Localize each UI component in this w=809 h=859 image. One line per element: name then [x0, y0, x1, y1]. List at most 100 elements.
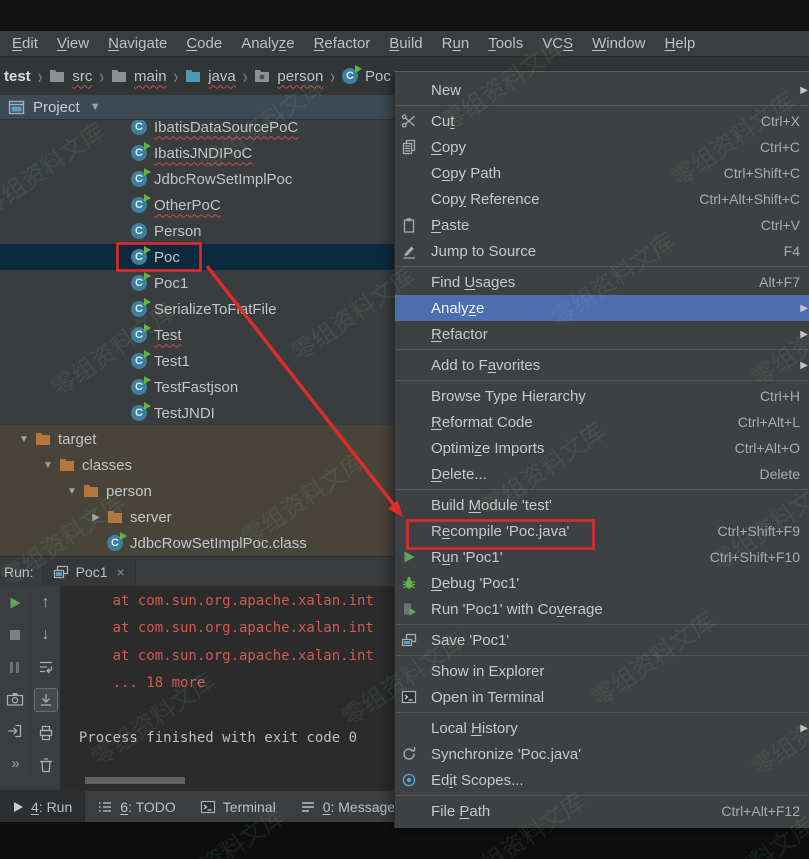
- menu-item-synchronize-poc-java[interactable]: Synchronize 'Poc.java': [395, 741, 809, 767]
- chevron-down-icon[interactable]: ▼: [90, 101, 101, 113]
- print-icon[interactable]: [35, 722, 57, 744]
- tree-item-label: IbatisDataSourcePoC: [154, 119, 298, 136]
- menu-item-label: Refactor: [431, 326, 488, 343]
- class-icon: C: [131, 171, 147, 187]
- menu-item-add-to-favorites[interactable]: Add to Favorites▶: [395, 352, 809, 378]
- tree-item-classes[interactable]: ▼classes: [0, 452, 438, 478]
- menu-separator: [396, 380, 808, 381]
- menu-item-label: Delete...: [431, 466, 487, 483]
- menubar-item-help[interactable]: Help: [664, 35, 695, 52]
- menu-item-browse-type-hierarchy[interactable]: Browse Type HierarchyCtrl+H: [395, 383, 809, 409]
- horizontal-scrollbar[interactable]: [85, 777, 185, 784]
- menubar-item-analyze[interactable]: Analyze: [241, 35, 294, 52]
- console-output[interactable]: at com.sun.org.apache.xalan.int at com.s…: [62, 588, 398, 784]
- menu-item-reformat-code[interactable]: Reformat CodeCtrl+Alt+L: [395, 409, 809, 435]
- menubar-item-vcs[interactable]: VCS: [542, 35, 573, 52]
- menubar-item-code[interactable]: Code: [186, 35, 222, 52]
- menu-item-shortcut: Alt+F7: [759, 274, 800, 290]
- menu-item-paste[interactable]: PasteCtrl+V: [395, 212, 809, 238]
- menu-item-delete[interactable]: Delete...Delete: [395, 461, 809, 487]
- menu-item-run-poc1[interactable]: Run 'Poc1'Ctrl+Shift+F10: [395, 544, 809, 570]
- class-icon: C: [131, 145, 147, 161]
- menu-item-copy-path[interactable]: Copy PathCtrl+Shift+C: [395, 160, 809, 186]
- stop-icon[interactable]: [4, 624, 26, 646]
- breadcrumb-item-src[interactable]: src: [47, 68, 94, 85]
- menubar-item-view[interactable]: View: [57, 35, 89, 52]
- more-chevrons-icon[interactable]: »: [4, 752, 26, 774]
- menubar-item-run[interactable]: Run: [442, 35, 470, 52]
- run-tab-poc1[interactable]: Poc1 ×: [42, 557, 136, 586]
- menu-item-optimize-imports[interactable]: Optimize ImportsCtrl+Alt+O: [395, 435, 809, 461]
- rerun-icon[interactable]: [4, 592, 26, 614]
- toolwindow-button-terminal[interactable]: Terminal: [188, 791, 288, 822]
- folder-icon: [83, 484, 99, 498]
- runnable-arrow-icon: [144, 272, 151, 280]
- menubar-item-tools[interactable]: Tools: [488, 35, 523, 52]
- menu-item-refactor[interactable]: Refactor▶: [395, 321, 809, 347]
- menu-item-local-history[interactable]: Local History▶: [395, 715, 809, 741]
- menubar-item-edit[interactable]: Edit: [12, 35, 38, 52]
- expander-expanded-icon[interactable]: ▼: [62, 486, 82, 497]
- soft-wrap-icon[interactable]: [35, 656, 57, 678]
- class-icon: C: [131, 327, 147, 343]
- expander-expanded-icon[interactable]: ▼: [14, 434, 34, 445]
- menu-item-label: Cut: [431, 113, 454, 130]
- tree-item-label: Person: [154, 223, 202, 240]
- project-toolwindow-header[interactable]: Project ▼: [0, 95, 400, 120]
- class-icon: C: [342, 68, 358, 84]
- menubar-item-refactor[interactable]: Refactor: [314, 35, 371, 52]
- camera-icon[interactable]: [4, 688, 26, 710]
- toolwindow-button-4-run[interactable]: 4: Run: [0, 791, 85, 822]
- toolwindow-button-6-todo[interactable]: 6: TODO: [85, 791, 188, 822]
- class-icon: C: [131, 405, 147, 421]
- menu-item-file-path[interactable]: File PathCtrl+Alt+F12: [395, 798, 809, 824]
- breadcrumb-item-person[interactable]: person: [252, 68, 325, 85]
- menu-item-new[interactable]: New▶: [395, 77, 809, 103]
- menu-item-label: New: [431, 82, 461, 99]
- menubar-item-navigate[interactable]: Navigate: [108, 35, 167, 52]
- menu-item-edit-scopes[interactable]: Edit Scopes...: [395, 767, 809, 793]
- breadcrumb-item-poc[interactable]: CPoc: [340, 68, 393, 85]
- menu-item-run-poc1-with-coverage[interactable]: Run 'Poc1' with Coverage: [395, 596, 809, 622]
- menubar-item-window[interactable]: Window: [592, 35, 645, 52]
- tree-item-person[interactable]: ▼person: [0, 478, 462, 504]
- menu-item-copy-reference[interactable]: Copy ReferenceCtrl+Alt+Shift+C: [395, 186, 809, 212]
- breadcrumb-item-test[interactable]: test: [2, 68, 33, 85]
- pause-icon[interactable]: [4, 656, 26, 678]
- breadcrumb-separator: ›: [38, 64, 43, 88]
- menu-item-cut[interactable]: CutCtrl+X: [395, 108, 809, 134]
- menu-item-debug-poc1[interactable]: Debug 'Poc1': [395, 570, 809, 596]
- scroll-to-end-icon[interactable]: [34, 688, 58, 712]
- tree-item-label: Test: [154, 327, 182, 344]
- menu-separator: [396, 712, 808, 713]
- menu-item-analyze[interactable]: Analyze▶: [395, 295, 809, 321]
- expander-collapsed-icon[interactable]: ▶: [86, 512, 106, 523]
- exit-icon[interactable]: [4, 720, 26, 742]
- menu-item-label: Copy: [431, 139, 466, 156]
- next-trace-icon[interactable]: ↓: [35, 624, 57, 646]
- folder-icon: [107, 510, 123, 524]
- tree-item-target[interactable]: ▼target: [0, 426, 414, 452]
- cut-icon: [401, 113, 417, 129]
- menu-item-find-usages[interactable]: Find UsagesAlt+F7: [395, 269, 809, 295]
- copy-icon: [401, 139, 417, 155]
- runnable-arrow-icon: [355, 65, 362, 73]
- menu-item-show-in-explorer[interactable]: Show in Explorer: [395, 658, 809, 684]
- menu-item-jump-to-source[interactable]: Jump to SourceF4: [395, 238, 809, 264]
- menu-separator: [396, 795, 808, 796]
- menubar-item-build[interactable]: Build: [389, 35, 422, 52]
- menu-item-build-module-test[interactable]: Build Module 'test': [395, 492, 809, 518]
- prev-trace-icon[interactable]: ↑: [35, 592, 57, 614]
- class-icon: C: [131, 353, 147, 369]
- expander-expanded-icon[interactable]: ▼: [38, 460, 58, 471]
- breadcrumb-item-main[interactable]: main: [109, 68, 169, 85]
- menu-item-open-in-terminal[interactable]: Open in Terminal: [395, 684, 809, 710]
- menu-item-label: Run 'Poc1': [431, 549, 503, 566]
- menu-item-recompile-poc-java[interactable]: Recompile 'Poc.java'Ctrl+Shift+F9: [395, 518, 809, 544]
- breadcrumb-item-java[interactable]: java: [183, 68, 238, 85]
- menu-item-copy[interactable]: CopyCtrl+C: [395, 134, 809, 160]
- clear-all-icon[interactable]: [35, 754, 57, 776]
- sync-icon: [401, 746, 417, 762]
- close-icon[interactable]: ×: [117, 564, 125, 580]
- menu-item-save-poc1[interactable]: Save 'Poc1': [395, 627, 809, 653]
